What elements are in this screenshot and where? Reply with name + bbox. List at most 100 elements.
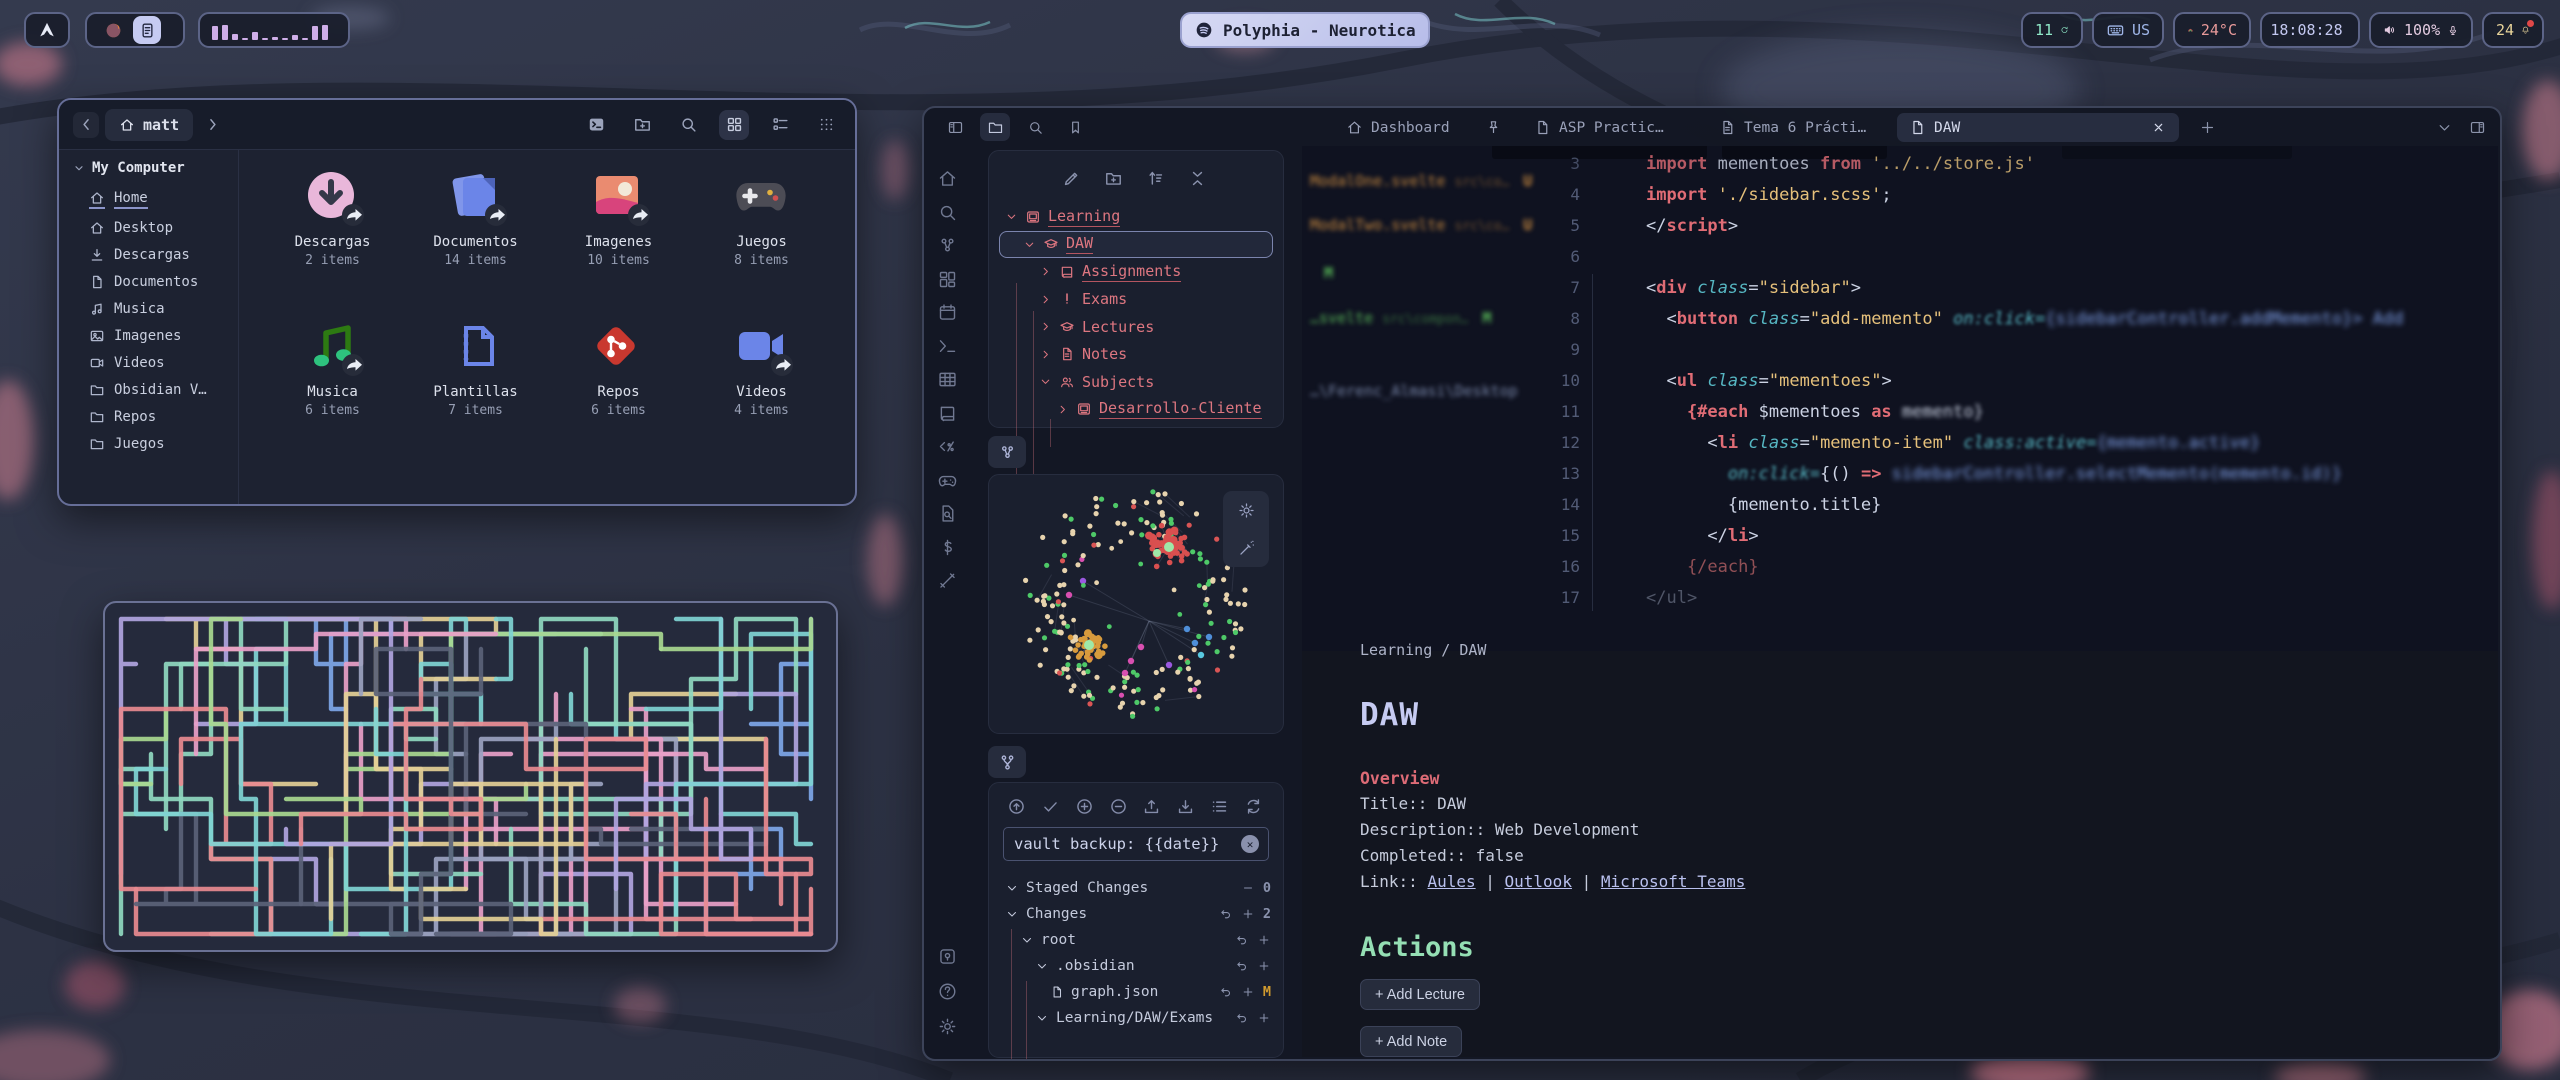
chevron-right-icon[interactable]: [1039, 265, 1052, 278]
link-aules[interactable]: Aules: [1427, 872, 1475, 891]
bookmarks-button[interactable]: [1060, 113, 1090, 141]
tray-updates[interactable]: 11: [2021, 12, 2083, 48]
folder-videos[interactable]: Videos4 items: [694, 318, 829, 468]
graph-panel-tab[interactable]: [988, 436, 1026, 468]
chevron-down-icon[interactable]: [1005, 881, 1019, 895]
tree-item-subjects[interactable]: Subjects: [999, 368, 1273, 396]
terminal-button[interactable]: [581, 110, 611, 140]
ribbon-calendar-icon[interactable]: [937, 302, 958, 323]
sidebar-toggle-button[interactable]: [940, 113, 970, 141]
tab-asp-practice-6[interactable]: ASP Practice 6: [1522, 113, 1680, 142]
action-button--add-lecture[interactable]: + Add Lecture: [1360, 979, 1480, 1010]
chevron-down-icon[interactable]: [1005, 907, 1019, 921]
chevron-down-icon[interactable]: [1005, 210, 1018, 223]
ribbon-table-icon[interactable]: [937, 369, 958, 390]
ribbon-tools-icon[interactable]: [937, 570, 958, 591]
folder-imagenes[interactable]: Imagenes10 items: [551, 168, 686, 318]
git-minus-circle-button[interactable]: [1109, 797, 1130, 818]
ribbon-terminal-icon[interactable]: [937, 336, 958, 357]
media-player-pill[interactable]: Polyphia - Neurotica: [1180, 12, 1430, 48]
tray-notifications[interactable]: 24: [2482, 12, 2544, 48]
view-list-button[interactable]: [765, 110, 795, 140]
sidebar-root[interactable]: My Computer: [73, 160, 238, 176]
ribbon-file-search-icon[interactable]: [937, 503, 958, 524]
sidebar-item-obsidianv[interactable]: Obsidian V…: [73, 376, 238, 403]
sidebar-item-imagenes[interactable]: Imagenes: [73, 322, 238, 349]
explorer-collapse-button[interactable]: [1188, 169, 1210, 191]
link-microsoft-teams[interactable]: Microsoft Teams: [1601, 872, 1746, 891]
git-row-changes[interactable]: Changes2: [1001, 901, 1271, 927]
git-action-undo-icon[interactable]: [1219, 985, 1233, 999]
chevron-down-icon[interactable]: [1020, 933, 1034, 947]
folder-documentos[interactable]: Documentos14 items: [408, 168, 543, 318]
new-tab-button[interactable]: [2192, 113, 2222, 141]
git-download-tray-button[interactable]: [1176, 797, 1197, 818]
tray-audio[interactable]: 100%: [2369, 12, 2473, 48]
close-tab-icon[interactable]: [2150, 119, 2167, 136]
link-outlook[interactable]: Outlook: [1505, 872, 1572, 891]
search-button[interactable]: [673, 110, 703, 140]
sidebar-item-descargas[interactable]: Descargas: [73, 241, 238, 268]
folder-descargas[interactable]: Descargas2 items: [265, 168, 400, 318]
right-sidebar-toggle[interactable]: [2462, 113, 2492, 141]
git-panel-tab[interactable]: [988, 746, 1026, 778]
ribbon-gamepad-icon[interactable]: [937, 470, 958, 491]
back-button[interactable]: [73, 112, 99, 138]
ribbon-search-icon[interactable]: [937, 202, 958, 223]
folder-repos[interactable]: Repos6 items: [551, 318, 686, 468]
chevron-down-icon[interactable]: [1039, 375, 1052, 388]
git-plus-circle-button[interactable]: [1075, 797, 1096, 818]
folder-musica[interactable]: Musica6 items: [265, 318, 400, 468]
git-action-undo-icon[interactable]: [1235, 959, 1249, 973]
tree-item-exams[interactable]: Exams: [999, 286, 1273, 314]
git-up-circle-button[interactable]: [1007, 797, 1028, 818]
view-grid-button[interactable]: [719, 110, 749, 140]
tray-weather[interactable]: 24°C: [2173, 12, 2251, 48]
sidebar-item-repos[interactable]: Repos: [73, 403, 238, 430]
action-button--add-note[interactable]: + Add Note: [1360, 1026, 1462, 1057]
git-list-button[interactable]: [1210, 797, 1231, 818]
git-action-plus-icon[interactable]: [1241, 907, 1255, 921]
sidebar-item-videos[interactable]: Videos: [73, 349, 238, 376]
chevron-down-icon[interactable]: [1035, 1011, 1049, 1025]
git-check-button[interactable]: [1041, 797, 1062, 818]
breadcrumb[interactable]: matt: [105, 109, 193, 141]
sidebar-item-juegos[interactable]: Juegos: [73, 430, 238, 457]
note-breadcrumb[interactable]: Learning / DAW: [1360, 641, 2458, 659]
git-action-plus-icon[interactable]: [1257, 1011, 1271, 1025]
menu-button[interactable]: [811, 110, 841, 140]
git-action-undo-icon[interactable]: [1235, 933, 1249, 947]
graph-filter-button[interactable]: [1237, 539, 1256, 558]
git-row-staged-changes[interactable]: Staged Changes0: [1001, 875, 1271, 901]
git-action-plus-icon[interactable]: [1241, 985, 1255, 999]
firefox-app-icon[interactable]: [99, 16, 127, 44]
folder-plantillas[interactable]: Plantillas7 items: [408, 318, 543, 468]
git-action-plus-icon[interactable]: [1257, 933, 1271, 947]
document-app-icon[interactable]: [133, 16, 161, 44]
explorer-folder-plus-button[interactable]: [1104, 169, 1126, 191]
search-button[interactable]: [1020, 113, 1050, 141]
tab-list-button[interactable]: [2429, 113, 2459, 141]
tab-daw[interactable]: DAW: [1897, 113, 2179, 142]
ribbon-dollar-icon[interactable]: [937, 537, 958, 558]
tree-item-notes[interactable]: Notes: [999, 341, 1273, 369]
ribbon-help-icon[interactable]: [937, 981, 958, 1002]
chevron-down-icon[interactable]: [1035, 959, 1049, 973]
git-action-minus-icon[interactable]: [1241, 881, 1255, 895]
tree-item-daw[interactable]: DAW: [999, 231, 1273, 259]
files-button[interactable]: [980, 113, 1010, 141]
ribbon-graph-icon[interactable]: [937, 235, 958, 256]
sidebar-item-home[interactable]: Home: [73, 184, 238, 214]
ribbon-vault-icon[interactable]: [937, 946, 958, 967]
explorer-sort-button[interactable]: [1146, 169, 1168, 191]
git-refresh2-button[interactable]: [1244, 797, 1265, 818]
commit-message-input[interactable]: [1003, 827, 1269, 861]
tree-item-assignments[interactable]: Assignments: [999, 258, 1273, 286]
git-row-root[interactable]: root: [1001, 927, 1271, 953]
tree-item-lectures[interactable]: Lectures: [999, 313, 1273, 341]
chevron-down-icon[interactable]: [1023, 238, 1036, 251]
ribbon-home-icon[interactable]: [937, 168, 958, 189]
graph-settings-button[interactable]: [1237, 501, 1256, 520]
sidebar-item-desktop[interactable]: Desktop: [73, 214, 238, 241]
git-action-undo-icon[interactable]: [1235, 1011, 1249, 1025]
